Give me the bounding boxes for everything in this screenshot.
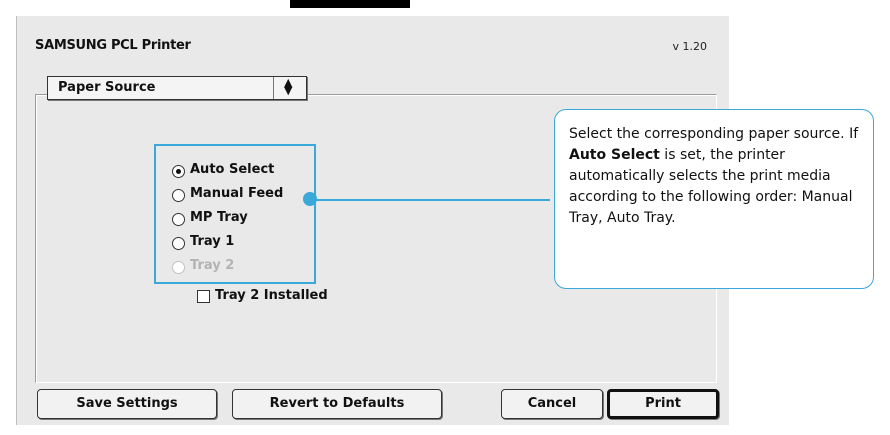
radio-unselected-icon (172, 237, 185, 250)
radio-label: Auto Select (190, 162, 275, 177)
panel-popup-label: Paper Source (58, 80, 156, 95)
printer-name: SAMSUNG PCL Printer (35, 38, 191, 53)
callout-bold-term: Auto Select (569, 147, 660, 163)
updown-arrows-icon: ▲ ▼ (284, 76, 293, 97)
radio-label: Manual Feed (190, 186, 284, 201)
header-fragment (290, 0, 410, 8)
radio-disabled-icon (172, 261, 185, 274)
callout-connector-dot (303, 192, 317, 206)
version-label: v 1.20 (672, 40, 708, 53)
save-settings-button[interactable]: Save Settings (37, 389, 217, 419)
callout-box: Select the corresponding paper source. I… (554, 109, 874, 289)
radio-label: MP Tray (190, 210, 248, 225)
callout-connector-line (310, 199, 550, 201)
revert-to-defaults-button[interactable]: Revert to Defaults (232, 389, 442, 419)
radio-selected-icon (172, 165, 185, 178)
radio-label: Tray 2 (190, 258, 235, 273)
panel-popup-menu[interactable]: Paper Source ▲ ▼ (47, 76, 307, 100)
radio-unselected-icon (172, 189, 185, 202)
radio-unselected-icon (172, 213, 185, 226)
radio-label: Tray 1 (190, 234, 235, 249)
callout-text-before: Select the corresponding paper source. I… (569, 126, 859, 142)
checkbox-label: Tray 2 Installed (215, 288, 328, 303)
cancel-button[interactable]: Cancel (501, 389, 603, 419)
popup-divider (273, 77, 274, 99)
checkbox-unchecked-icon (197, 290, 210, 303)
print-button[interactable]: Print (607, 389, 719, 419)
